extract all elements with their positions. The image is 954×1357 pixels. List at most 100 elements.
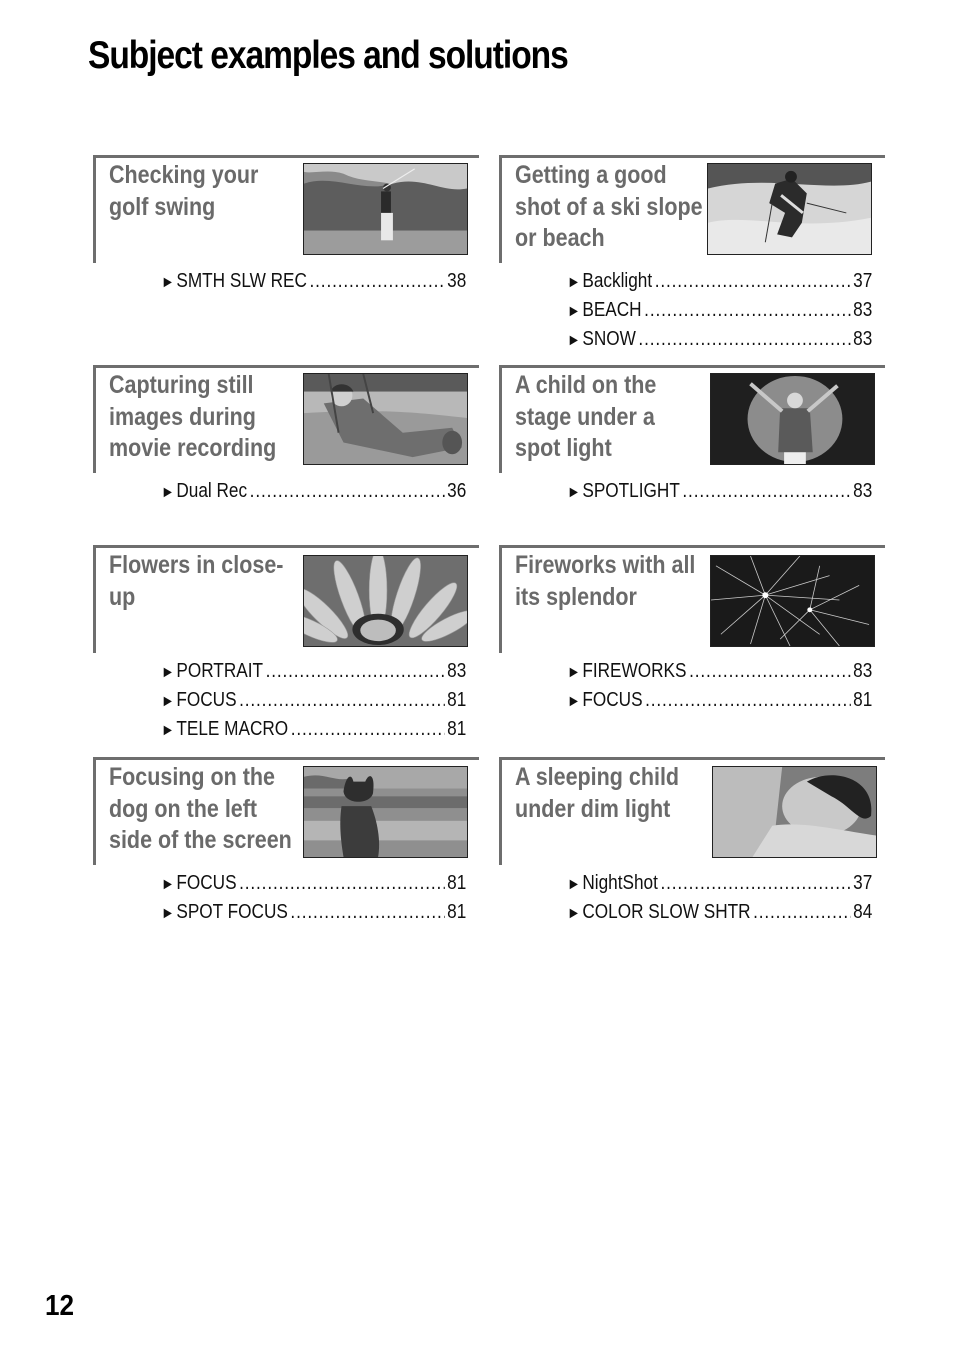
reference-item[interactable]: ►PORTRAIT 83 <box>161 660 467 689</box>
card-header: A sleeping child under dim light <box>499 757 885 865</box>
reference-page-number: 81 <box>447 901 467 923</box>
pointer-arrow-icon: ► <box>567 876 581 893</box>
reference-label: FOCUS <box>582 689 643 711</box>
reference-item[interactable]: ►Backlight 37 <box>567 270 873 299</box>
reference-row: ►SNOW 83 <box>567 328 872 351</box>
card-title: Fireworks with all its splendor <box>515 551 696 611</box>
reference-row: ►Backlight 37 <box>567 270 872 293</box>
reference-list: ►NightShot 37 ►COLOR SLOW SHTR 84 <box>567 872 873 930</box>
card-title: Getting a good shot of a ski slope or beac… <box>515 161 703 252</box>
card-header: Getting a good shot of a ski slope or beac… <box>499 155 885 263</box>
reference-row: ►Dual Rec 36 <box>161 480 466 503</box>
pointer-arrow-icon: ► <box>161 722 175 739</box>
reference-list: ►SPOTLIGHT 83 <box>567 480 873 509</box>
subject-card-sleeping-child: A sleeping child under dim light ► NightSh… <box>499 757 905 923</box>
card-header: Fireworks with all its splendor <box>499 545 885 653</box>
reference-label: TELE MACRO <box>176 718 289 740</box>
subject-card-dog: Focusing on the dog on the left side of th… <box>93 757 499 923</box>
page-number: 12 <box>45 1290 75 1322</box>
reference-label: COLOR SLOW SHTR <box>582 901 751 923</box>
reference-row: ►COLOR SLOW SHTR 84 <box>567 901 872 924</box>
reference-item[interactable]: ►SPOT FOCUS 81 <box>161 901 467 930</box>
reference-list: ►SMTH SLW REC 38 <box>161 270 467 299</box>
card-header: Capturing still images during movie record… <box>93 365 479 473</box>
reference-item[interactable]: ►FOCUS 81 <box>161 689 467 718</box>
reference-row: ►TELE MACRO 81 <box>161 718 466 741</box>
reference-item[interactable]: ►SMTH SLW REC 38 <box>161 270 467 299</box>
page-title: Subject examples and solutions <box>88 34 569 77</box>
reference-page-number: 81 <box>447 689 467 711</box>
reference-item[interactable]: ►SPOTLIGHT 83 <box>567 480 873 509</box>
fireworks-photo <box>710 555 875 647</box>
dot-leader <box>644 299 850 322</box>
subject-card-golf-swing: Checking yourgolf swing ►SMTH SLW REC 38 <box>93 155 499 292</box>
card-header: Flowers in close-up <box>93 545 479 653</box>
reference-list: ►PORTRAIT83►FOCUS81►TELE MACRO81 <box>161 660 467 747</box>
flower-closeup-photo <box>303 555 468 647</box>
reference-label: PORTRAIT <box>176 660 264 682</box>
reference-label: FOCUS <box>176 872 237 894</box>
reference-page-number: 83 <box>853 480 873 502</box>
reference-label: FIREWORKS <box>582 660 687 682</box>
reference-item[interactable]: ►FIREWORKS 83 <box>567 660 873 689</box>
dot-leader <box>250 480 445 503</box>
reference-item[interactable]: ►Dual Rec 36 <box>161 480 467 509</box>
reference-row: ►FOCUS 81 <box>567 689 872 712</box>
reference-row: ►FOCUS 81 <box>161 689 466 712</box>
dot-leader <box>239 872 444 895</box>
reference-row: ►SMTH SLW REC 38 <box>161 270 466 293</box>
dog-on-beach-photo <box>303 766 468 858</box>
reference-row: ►PORTRAIT 83 <box>161 660 466 683</box>
pointer-arrow-icon: ► <box>161 664 175 681</box>
card-header: A child on the stage under a spot light <box>499 365 885 473</box>
reference-label: SPOT FOCUS <box>176 901 288 923</box>
reference-row: ►FIREWORKS 83 <box>567 660 872 683</box>
pointer-arrow-icon: ► <box>161 693 175 710</box>
reference-item[interactable]: ►COLOR SLOW SHTR 84 <box>567 901 873 930</box>
dot-leader <box>291 718 445 741</box>
reference-list: ►FOCUS 81 ►SPOT FOCUS 81 <box>161 872 467 930</box>
reference-row: ►BEACH 83 <box>567 299 872 322</box>
dot-leader <box>310 270 445 293</box>
reference-page-number: 81 <box>853 689 873 711</box>
reference-row: ►FOCUS 81 <box>161 872 466 895</box>
subject-card-dual-rec: Capturing still images during movie record… <box>93 365 499 502</box>
dot-leader <box>638 328 850 351</box>
reference-page-number: 36 <box>447 480 467 502</box>
reference-item[interactable]: ►SNOW 83 <box>567 328 873 357</box>
card-title: Flowers in close-up <box>109 551 284 611</box>
golfer-swinging-photo <box>303 163 468 255</box>
child-on-stage-photo <box>710 373 875 465</box>
pointer-arrow-icon: ► <box>161 905 175 922</box>
reference-page-number: 37 <box>853 270 873 292</box>
subject-card-spotlight: A child on the stage under a spot light ► S… <box>499 365 905 502</box>
subject-card-ski-slope: Getting a good shot of a ski slope or beac… <box>499 155 905 350</box>
reference-label: SPOTLIGHT <box>582 480 680 502</box>
card-title: A child on the stage under a spot light <box>515 371 657 462</box>
reference-item[interactable]: ►TELE MACRO 81 <box>161 718 467 747</box>
reference-list: ►Dual Rec 36 <box>161 480 467 509</box>
reference-row: ►SPOTLIGHT 83 <box>567 480 872 503</box>
reference-item[interactable]: ►NightShot 37 <box>567 872 873 901</box>
card-title: Checking your golf swing <box>109 161 259 221</box>
reference-label: SNOW <box>582 328 636 350</box>
dot-leader <box>660 872 850 895</box>
skier-photo <box>707 163 872 255</box>
reference-item[interactable]: ►FOCUS 81 <box>567 689 873 718</box>
reference-page-number: 81 <box>447 872 467 894</box>
dot-leader <box>239 689 444 712</box>
pointer-arrow-icon: ► <box>567 664 581 681</box>
reference-item[interactable]: ►BEACH 83 <box>567 299 873 328</box>
reference-label: FOCUS <box>176 689 237 711</box>
dot-leader <box>689 660 850 683</box>
reference-row: ►SPOT FOCUS 81 <box>161 901 466 924</box>
reference-item[interactable]: ►FOCUS 81 <box>161 872 467 901</box>
reference-list: ►Backlight37►BEACH83►SNOW83 <box>567 270 873 357</box>
reference-row: ►NightShot 37 <box>567 872 872 895</box>
pointer-arrow-icon: ► <box>567 303 581 320</box>
dot-leader <box>290 901 444 924</box>
reference-label: NightShot <box>582 872 658 894</box>
reference-page-number: 83 <box>853 299 873 321</box>
child-on-swing-photo <box>303 373 468 465</box>
reference-label: Dual Rec <box>176 480 248 502</box>
